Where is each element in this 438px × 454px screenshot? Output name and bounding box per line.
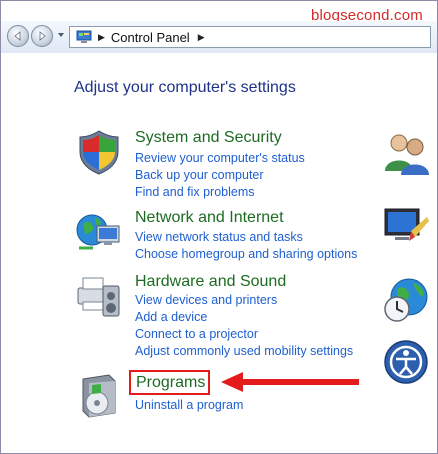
arrow-right-icon xyxy=(39,31,46,41)
programs-highlight-box xyxy=(129,370,210,395)
annotation-arrow-icon xyxy=(221,372,359,392)
breadcrumb-chevron[interactable]: ▶ xyxy=(198,32,205,43)
link-review-status[interactable]: Review your computer's status xyxy=(135,151,305,165)
network-globe-icon xyxy=(76,214,120,250)
forward-button[interactable] xyxy=(31,25,53,47)
link-find-fix[interactable]: Find and fix problems xyxy=(135,185,255,199)
page-heading: Adjust your computer's settings xyxy=(74,79,296,96)
category-title[interactable]: Hardware and Sound xyxy=(135,273,286,291)
link-network-status[interactable]: View network status and tasks xyxy=(135,230,303,244)
control-panel-window: blogsecond.com ▶ Control Panel ▶ Adjust … xyxy=(0,0,438,454)
clock-globe-icon[interactable] xyxy=(381,275,431,325)
appearance-icon[interactable] xyxy=(381,201,431,251)
control-panel-icon xyxy=(76,30,92,43)
link-homegroup[interactable]: Choose homegroup and sharing options xyxy=(135,247,357,261)
back-button[interactable] xyxy=(7,25,29,47)
link-add-device[interactable]: Add a device xyxy=(135,310,207,324)
ease-of-access-icon[interactable] xyxy=(381,337,431,387)
user-accounts-icon[interactable] xyxy=(381,127,431,177)
arrow-left-icon xyxy=(14,31,21,41)
link-uninstall[interactable]: Uninstall a program xyxy=(135,398,243,412)
breadcrumb-separator: ▶ xyxy=(98,31,105,42)
category-title[interactable]: System and Security xyxy=(135,129,282,147)
link-projector[interactable]: Connect to a projector xyxy=(135,327,258,341)
shield-icon xyxy=(79,130,119,175)
address-bar[interactable]: ▶ Control Panel ▶ xyxy=(69,26,431,48)
category-title[interactable]: Network and Internet xyxy=(135,209,284,227)
programs-box-icon xyxy=(82,374,116,418)
link-devices-printers[interactable]: View devices and printers xyxy=(135,293,277,307)
link-back-up[interactable]: Back up your computer xyxy=(135,168,264,182)
printer-speaker-icon xyxy=(77,277,120,317)
navigation-toolbar: ▶ Control Panel ▶ xyxy=(1,21,437,53)
chevron-down-icon[interactable] xyxy=(57,31,65,39)
link-mobility[interactable]: Adjust commonly used mobility settings xyxy=(135,344,353,358)
breadcrumb-control-panel[interactable]: Control Panel xyxy=(111,30,190,45)
